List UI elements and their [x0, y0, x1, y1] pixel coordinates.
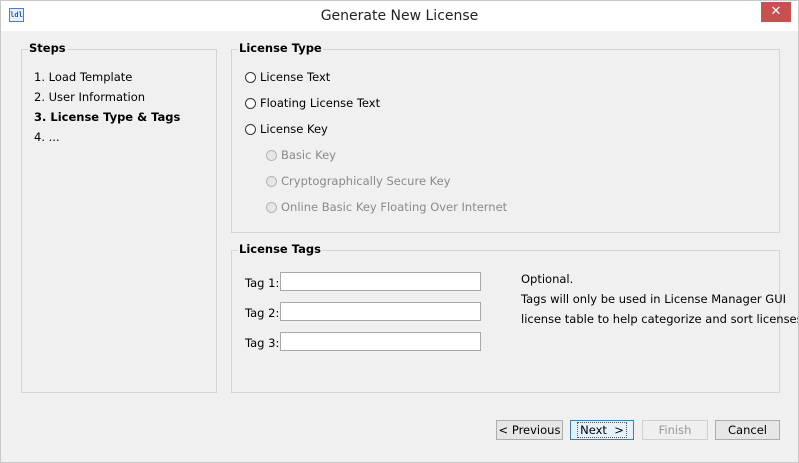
tag1-label: Tag 1: [245, 276, 280, 290]
tags-note-optional: Optional. [521, 272, 574, 286]
radio-button-icon [266, 149, 277, 161]
license-type-title: License Type [238, 41, 323, 55]
radio-button-icon[interactable] [245, 123, 256, 135]
radio-label: License Key [260, 122, 328, 136]
radio-license-text[interactable]: License Text [245, 70, 330, 84]
window-title: Generate New License [320, 8, 479, 24]
radio-button-icon[interactable] [245, 97, 256, 109]
tags-note-line-2: license table to help categorize and sor… [521, 312, 799, 326]
tag2-input[interactable] [280, 302, 481, 321]
tag3-input[interactable] [280, 332, 481, 351]
tag1-input[interactable] [280, 272, 481, 291]
radio-button-icon [266, 201, 277, 213]
radio-label: License Text [260, 70, 331, 84]
step-more: 4. ... [34, 130, 60, 144]
cancel-button[interactable]: Cancel [715, 420, 780, 440]
radio-button-icon[interactable] [245, 71, 256, 83]
next-button-label: Next > [577, 422, 627, 438]
license-type-panel: License Type License Text Floating Licen… [231, 41, 780, 233]
license-tags-title: License Tags [238, 242, 322, 256]
finish-button: Finish [642, 420, 708, 440]
tag3-label: Tag 3: [245, 336, 280, 350]
next-button[interactable]: Next > [570, 420, 634, 440]
step-user-information: 2. User Information [34, 90, 146, 104]
radio-basic-key: Basic Key [266, 148, 336, 162]
radio-button-icon [266, 175, 277, 187]
step-license-type-tags: 3. License Type & Tags [34, 110, 181, 124]
title-bar[interactable]: ldl Generate New License ✕ [1, 1, 798, 31]
steps-title: Steps [28, 41, 67, 55]
close-button[interactable]: ✕ [761, 2, 791, 22]
radio-label: Cryptographically Secure Key [281, 174, 451, 188]
radio-license-key[interactable]: License Key [245, 122, 328, 136]
previous-button[interactable]: < Previous [496, 420, 563, 440]
radio-crypto-secure-key: Cryptographically Secure Key [266, 174, 451, 188]
radio-label: Online Basic Key Floating Over Internet [281, 200, 508, 214]
generate-license-dialog: ldl Generate New License ✕ Steps 1. Load… [0, 0, 799, 463]
radio-label: Basic Key [281, 148, 336, 162]
tags-note-line-1: Tags will only be used in License Manage… [521, 292, 787, 306]
license-tags-panel: License Tags Tag 1: Tag 2: Tag 3: Option… [231, 242, 798, 393]
radio-online-basic-key: Online Basic Key Floating Over Internet [266, 200, 507, 214]
radio-label: Floating License Text [260, 96, 381, 110]
tag2-label: Tag 2: [245, 306, 280, 320]
steps-panel: Steps 1. Load Template 2. User Informati… [21, 41, 217, 393]
step-load-template: 1. Load Template [34, 70, 133, 84]
radio-floating-license-text[interactable]: Floating License Text [245, 96, 380, 110]
